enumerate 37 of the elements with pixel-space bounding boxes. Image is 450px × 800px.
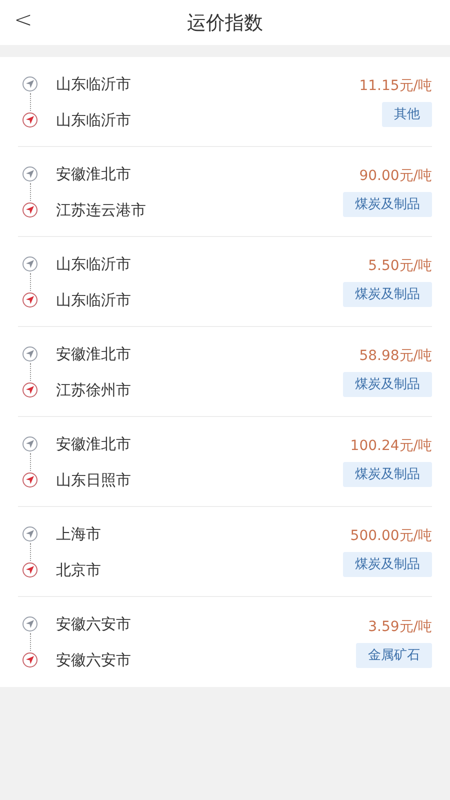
destination-city: 江苏连云港市 [56,200,147,220]
category-tag: 煤炭及制品 [343,552,432,577]
destination-city: 北京市 [56,560,102,580]
price-text: 100.24元/吨 [350,437,432,456]
page-title: 运价指数 [187,10,263,36]
price-text: 58.98元/吨 [359,347,432,366]
destination-city: 山东临沂市 [56,290,132,310]
origin-city: 山东临沂市 [56,74,132,94]
destination-city: 安徽六安市 [56,650,132,670]
destination-city: 山东临沂市 [56,110,132,130]
route-item[interactable]: 上海市 北京市 500.00元/吨 煤炭及制品 [18,507,432,597]
origin-city: 山东临沂市 [56,254,132,274]
origin-city: 安徽六安市 [56,614,132,634]
category-tag: 金属矿石 [356,642,432,668]
origin-city: 安徽淮北市 [56,344,132,364]
origin-city: 安徽淮北市 [56,434,132,454]
category-tag: 煤炭及制品 [343,462,432,487]
price-text: 5.50元/吨 [368,257,432,276]
route-item[interactable]: 山东临沂市 山东临沂市 11.15元/吨 其他 [18,57,432,147]
route-item[interactable]: 安徽淮北市 山东日照市 100.24元/吨 煤炭及制品 [18,417,432,507]
origin-city: 安徽淮北市 [56,164,132,184]
category-tag: 煤炭及制品 [343,282,432,307]
category-tag: 煤炭及制品 [343,192,432,217]
route-item[interactable]: 山东临沂市 山东临沂市 5.50元/吨 煤炭及制品 [18,237,432,327]
origin-city: 上海市 [56,524,102,544]
price-text: 11.15元/吨 [359,77,432,96]
category-tag: 煤炭及制品 [343,372,432,397]
route-item[interactable]: 安徽六安市 安徽六安市 3.59元/吨 金属矿石 [18,597,432,687]
price-text: 500.00元/吨 [350,527,432,546]
back-button[interactable]: < [10,8,36,33]
destination-city: 山东日照市 [56,470,132,490]
price-text: 90.00元/吨 [359,167,432,186]
destination-city: 江苏徐州市 [56,380,132,400]
price-text: 3.59元/吨 [368,618,432,636]
route-item[interactable]: 安徽淮北市 江苏连云港市 90.00元/吨 煤炭及制品 [18,147,432,237]
category-tag: 其他 [382,102,432,127]
route-item[interactable]: 安徽淮北市 江苏徐州市 58.98元/吨 煤炭及制品 [18,327,432,417]
